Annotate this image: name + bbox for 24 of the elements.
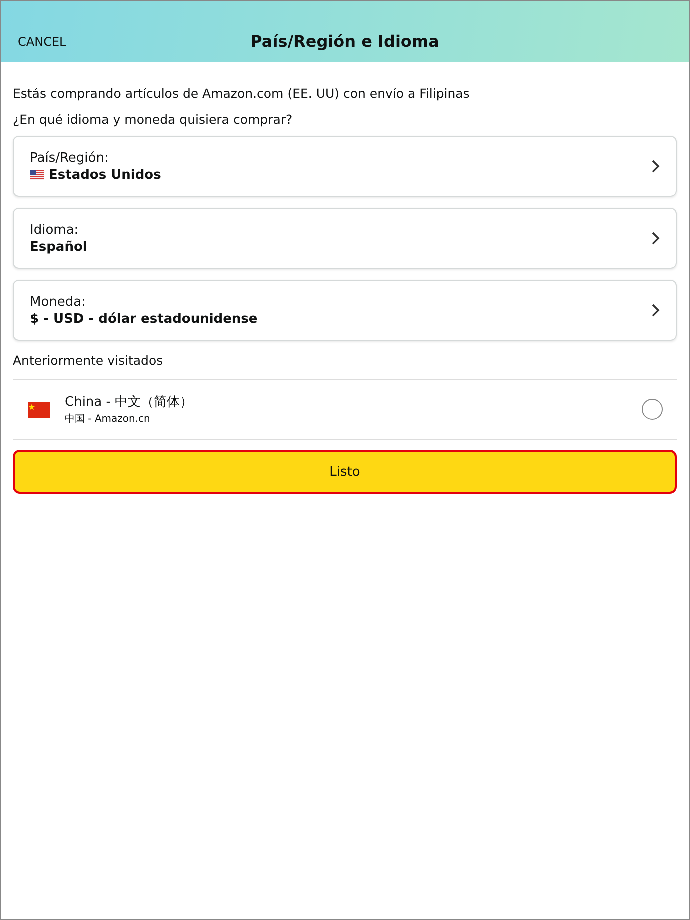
chevron-icon — [652, 232, 660, 245]
setting-label: País/Región: — [30, 150, 110, 166]
visited-subtitle: 中国 - Amazon.cn — [65, 412, 152, 426]
setting-value: Español — [30, 240, 88, 254]
chevron-icon — [652, 160, 660, 173]
visited-item[interactable]: China - 中文（简体） 中国 - Amazon.cn — [13, 379, 677, 440]
flag-icon — [28, 402, 50, 418]
chevron-icon — [652, 304, 660, 317]
setting-card[interactable]: Moneda: $ - USD - dólar estadounidense — [13, 280, 677, 341]
setting-label: Idioma: — [30, 222, 80, 238]
setting-value: Estados Unidos — [49, 168, 162, 182]
setting-label: Moneda: — [30, 294, 88, 310]
flag-icon — [30, 170, 44, 180]
section-heading: Anteriormente visitados — [13, 353, 164, 368]
page-title: País/Región e Idioma — [250, 32, 440, 51]
intro-text: Estás comprando artículos de Amazon.com (EE. UU) con envío a Filipinas — [13, 86, 471, 101]
setting-card[interactable]: Idioma: Español — [13, 208, 677, 269]
radio-button[interactable] — [642, 399, 663, 420]
visited-title: China - 中文（简体） — [65, 394, 194, 411]
setting-card[interactable]: País/Región: Estados Unidos — [13, 136, 677, 197]
cancel-button[interactable]: CANCEL — [18, 35, 66, 49]
done-button[interactable]: Listo — [13, 450, 677, 494]
setting-value: $ - USD - dólar estadounidense — [30, 312, 258, 326]
question-text: ¿En qué idioma y moneda quisiera comprar? — [13, 112, 294, 127]
